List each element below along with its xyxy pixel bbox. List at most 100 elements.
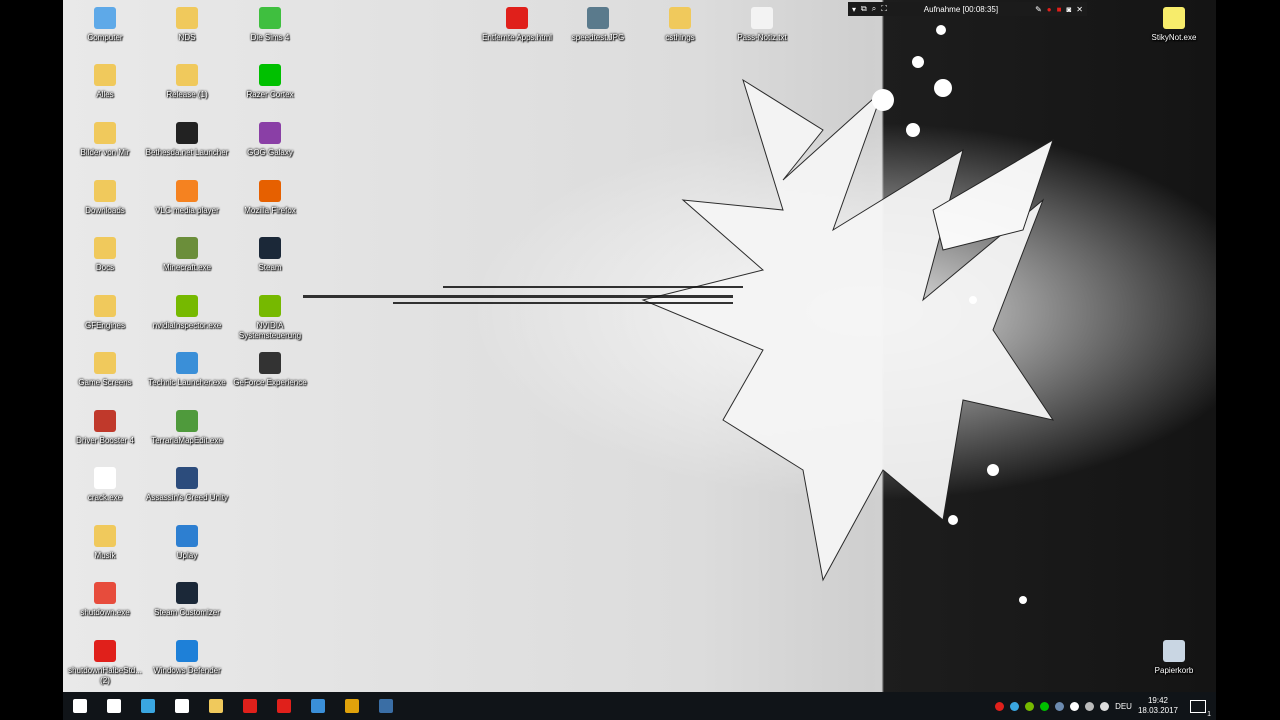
shortcut-label: GeForce Experience (233, 378, 307, 387)
desktop-shortcut[interactable]: speedtest.JPG (556, 7, 640, 43)
desktop-shortcut[interactable]: Steam Customizer (145, 582, 229, 618)
desktop-shortcut[interactable]: Alles (63, 64, 147, 100)
shortcut-label: Windows Defender (153, 666, 221, 675)
desktop-shortcut[interactable]: Technic Launcher.exe (145, 352, 229, 388)
desktop-shortcut[interactable]: Release (1) (145, 64, 229, 100)
task-view-icon (107, 699, 121, 713)
desktop-shortcut[interactable]: Die Sims 4 (228, 7, 312, 43)
desktop-shortcut[interactable]: nvidiaInspector.exe (145, 295, 229, 331)
taskbar-button[interactable] (233, 692, 267, 720)
folder-icon (94, 64, 116, 86)
razer-tray-icon[interactable] (1040, 701, 1050, 711)
window-icon[interactable]: ⧉ (861, 4, 867, 14)
desktop-shortcut[interactable]: Mozilla Firefox (228, 180, 312, 216)
desktop-shortcut[interactable]: StikyNot.exe (1132, 7, 1216, 43)
taskbar-button[interactable] (63, 692, 97, 720)
folder-icon (94, 295, 116, 317)
desktop-shortcut[interactable]: NVIDIA Systemsteuerung (228, 295, 312, 341)
shortcut-label: shutdownHalbeStd... (2) (68, 666, 142, 685)
gog-icon (259, 122, 281, 144)
steam-icon (379, 699, 393, 713)
clock[interactable]: 19:42 18.03.2017 (1138, 696, 1178, 716)
nvidia-tray-icon[interactable] (1025, 701, 1035, 711)
pencil-icon[interactable]: ✎ (1035, 5, 1042, 14)
taskbar-button[interactable] (369, 692, 403, 720)
desktop-shortcut[interactable]: Downloads (63, 180, 147, 216)
shortcut-label: Pass-Notiz.txt (737, 33, 787, 42)
desktop-shortcut[interactable]: Pass-Notiz.txt (720, 7, 804, 43)
clock-date: 18.03.2017 (1137, 706, 1178, 715)
desktop-shortcut[interactable]: csthings (638, 7, 722, 43)
start-icon (73, 699, 87, 713)
desktop-shortcut[interactable]: Computer (63, 7, 147, 43)
desktop-shortcut[interactable]: Razer Cortex (228, 64, 312, 100)
shortcut-label: TerrariaMapEdit.exe (151, 436, 223, 445)
taskbar-button[interactable] (335, 692, 369, 720)
desktop-shortcut[interactable]: GeForce Experience (228, 352, 312, 388)
desktop-shortcut[interactable]: Bethesda.net Launcher (145, 122, 229, 158)
close-icon[interactable]: ✕ (1076, 5, 1083, 14)
bethesda-icon (176, 122, 198, 144)
desktop-shortcut[interactable]: VLC media player (145, 180, 229, 216)
wifi-icon[interactable] (1085, 701, 1095, 711)
shortcut-label: Docs (95, 263, 115, 272)
sticky-notes-icon (1163, 7, 1185, 29)
desktop-shortcut[interactable]: Entfernte Apps.html (475, 7, 559, 43)
terraria-tree-icon (176, 410, 198, 432)
steam-tray-icon[interactable] (1055, 701, 1065, 711)
network-tray-icon[interactable] (1010, 701, 1020, 711)
taskbar-button[interactable] (165, 692, 199, 720)
record-tray-icon[interactable] (995, 701, 1005, 711)
shortcut-label: speedtest.JPG (571, 33, 625, 42)
desktop-shortcut[interactable]: Uplay (145, 525, 229, 561)
volume-icon[interactable] (1100, 701, 1110, 711)
search-icon[interactable]: ⌕ (872, 4, 876, 14)
technic-icon (176, 352, 198, 374)
steam-customizer-icon (176, 582, 198, 604)
desktop-shortcut[interactable]: NDS (145, 7, 229, 43)
desktop-shortcut[interactable]: Driver Booster 4 (63, 410, 147, 446)
folder-icon (176, 7, 198, 29)
technic-launcher-icon (311, 699, 325, 713)
shortcut-label: GFEngines (84, 321, 126, 330)
desktop-shortcut[interactable]: Bilder von Mir (63, 122, 147, 158)
desktop-shortcut[interactable]: crack.exe (63, 467, 147, 503)
uplay-icon (176, 525, 198, 547)
file-explorer-icon (209, 699, 223, 713)
taskbar-button[interactable] (301, 692, 335, 720)
taskbar-button[interactable] (199, 692, 233, 720)
language-indicator[interactable]: DEU (1115, 702, 1132, 711)
taskbar-button[interactable] (267, 692, 301, 720)
region-icon[interactable]: ⛶ (881, 4, 887, 14)
taskbar-button[interactable] (131, 692, 165, 720)
notification-center-icon[interactable]: 1 (1190, 699, 1211, 718)
desktop-shortcut[interactable]: shutdown.exe (63, 582, 147, 618)
desktop-shortcut[interactable]: GOG Galaxy (228, 122, 312, 158)
desktop-shortcut[interactable]: Docs (63, 237, 147, 273)
desktop-shortcut[interactable]: Steam (228, 237, 312, 273)
stop-icon[interactable]: ■ (1057, 5, 1062, 14)
camera-icon[interactable]: ◙ (1066, 5, 1071, 14)
geforce-icon (259, 352, 281, 374)
desktop-shortcut[interactable]: Minecraft.exe (145, 237, 229, 273)
notification-count: 1 (1207, 710, 1211, 718)
folder-icon (176, 64, 198, 86)
desktop-shortcut[interactable]: Game Screens (63, 352, 147, 388)
desktop-shortcut[interactable]: shutdownHalbeStd... (2) (63, 640, 147, 686)
record-dot-icon[interactable]: ● (1047, 5, 1052, 14)
defender-tray-icon[interactable] (1070, 701, 1080, 711)
shortcut-label: Technic Launcher.exe (148, 378, 226, 387)
desktop-shortcut[interactable]: TerrariaMapEdit.exe (145, 410, 229, 446)
taskbar-button[interactable] (97, 692, 131, 720)
shortcut-label: Papierkorb (1154, 666, 1194, 675)
desktop-shortcut[interactable]: Musik (63, 525, 147, 561)
desktop-shortcut[interactable]: Papierkorb (1132, 640, 1216, 676)
desktop-shortcut[interactable]: Assassin's Creed Unity (145, 467, 229, 503)
shortcut-label: shutdown.exe (80, 608, 130, 617)
desktop-shortcut[interactable]: GFEngines (63, 295, 147, 331)
shortcut-label: Razer Cortex (246, 90, 294, 99)
shortcut-label: Mozilla Firefox (244, 206, 296, 215)
chevron-down-icon[interactable]: ▾ (852, 5, 856, 14)
minecraft-icon (176, 237, 198, 259)
desktop-shortcut[interactable]: Windows Defender (145, 640, 229, 676)
